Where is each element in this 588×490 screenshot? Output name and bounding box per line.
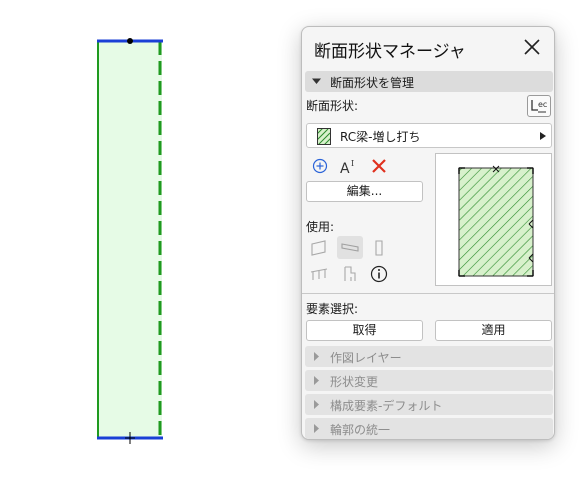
info-icon[interactable] <box>369 264 389 284</box>
section-drawing-layer[interactable]: 作図レイヤー <box>305 346 553 367</box>
profile-label: 断面形状: <box>306 99 359 113</box>
delete-icon[interactable] <box>369 156 389 176</box>
get-button[interactable]: 取得 <box>306 320 423 341</box>
svg-text:ec: ec <box>538 100 547 109</box>
divider <box>302 293 554 294</box>
svg-text:I: I <box>351 159 354 168</box>
column-use-icon[interactable] <box>369 238 389 258</box>
profile-manager-palette: 断面形状マネージャ 断面形状を管理 断面形状: ec RC梁-増し打ち A I <box>301 26 555 440</box>
profile-element-drawing[interactable] <box>0 0 300 490</box>
element-fill <box>98 41 162 438</box>
chevron-right-icon <box>314 352 319 361</box>
svg-text:A: A <box>340 161 350 176</box>
beam-use-toggle[interactable] <box>337 236 363 259</box>
section-shape-modify[interactable]: 形状変更 <box>305 370 553 391</box>
section-manage-label: 断面形状を管理 <box>330 76 415 90</box>
add-icon[interactable] <box>310 156 330 176</box>
section-outline-unify[interactable]: 輪郭の統一 <box>305 418 553 439</box>
chevron-down-icon <box>312 78 321 84</box>
chevron-right-icon <box>314 376 319 385</box>
element-select-label: 要素選択: <box>306 302 359 316</box>
chevron-right-icon <box>540 132 546 140</box>
selected-profile-name: RC梁-増し打ち <box>340 130 421 144</box>
browse-profiles-button[interactable]: ec <box>527 95 551 117</box>
profile-selector[interactable]: RC梁-増し打ち <box>306 123 552 148</box>
profile-swatch-icon <box>317 128 331 145</box>
wall-use-icon[interactable] <box>309 238 329 258</box>
railing-use-icon[interactable] <box>309 264 329 284</box>
object-use-icon[interactable] <box>339 264 359 284</box>
palette-title-bar[interactable]: 断面形状マネージャ <box>302 27 554 67</box>
close-icon[interactable] <box>522 37 542 57</box>
section-manage-profiles[interactable]: 断面形状を管理 <box>305 71 553 92</box>
beam-use-icon <box>341 243 359 252</box>
chevron-right-icon <box>314 400 319 409</box>
section-outline-label: 輪郭の統一 <box>330 423 391 437</box>
profile-preview <box>435 153 552 286</box>
palette-title: 断面形状マネージャ <box>314 42 466 62</box>
section-layer-label: 作図レイヤー <box>330 351 402 365</box>
profile-preview-drawing <box>458 165 534 277</box>
edit-button[interactable]: 編集... <box>306 181 423 202</box>
text-style-icon[interactable]: A I <box>339 156 359 176</box>
apply-button[interactable]: 適用 <box>435 320 552 341</box>
chevron-right-icon <box>314 424 319 433</box>
section-components-label: 構成要素-デフォルト <box>330 399 443 413</box>
use-label: 使用: <box>306 220 335 234</box>
element-top-node[interactable] <box>127 38 133 44</box>
section-components-default[interactable]: 構成要素-デフォルト <box>305 394 553 415</box>
section-modify-label: 形状変更 <box>330 375 379 389</box>
browse-profiles-icon: ec <box>531 100 547 113</box>
